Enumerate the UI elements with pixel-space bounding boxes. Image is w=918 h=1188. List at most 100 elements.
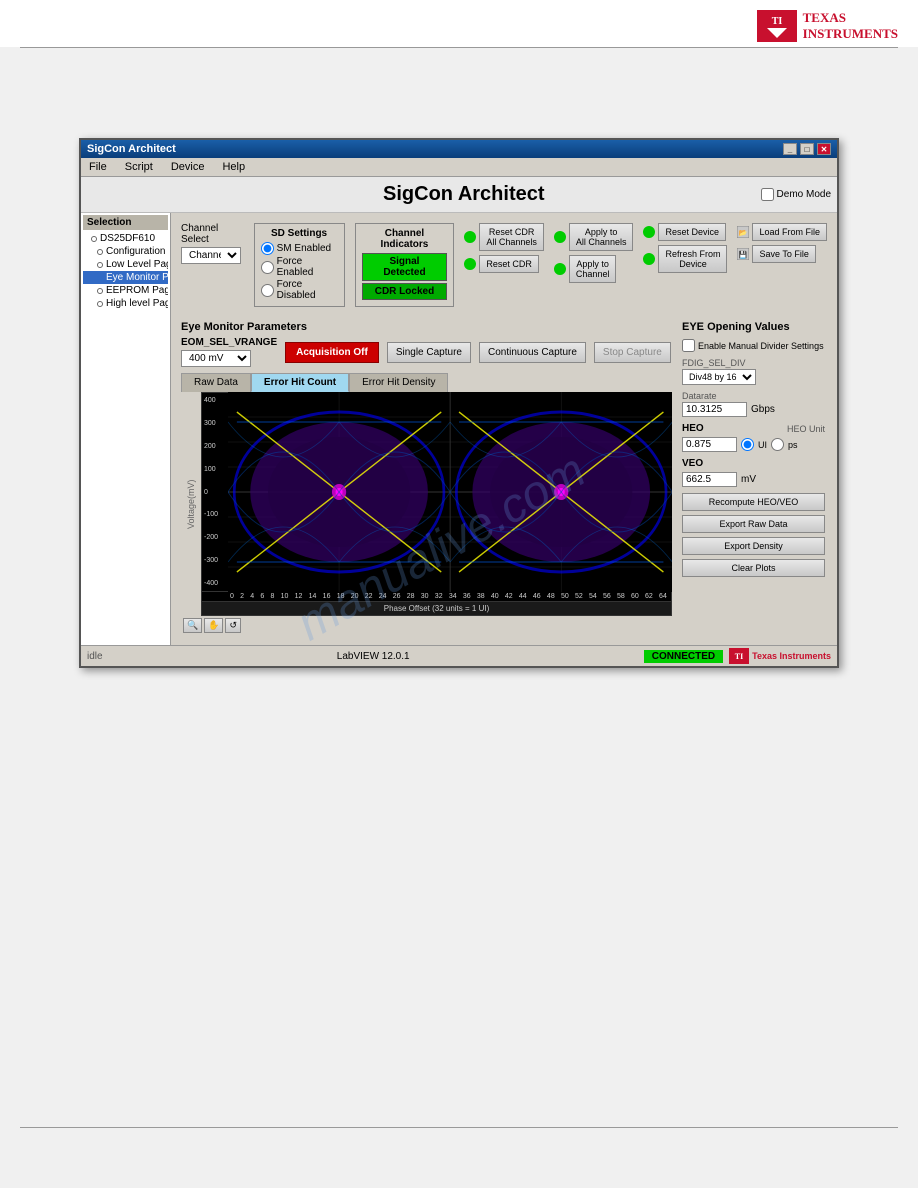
sidebar-dot-high-level — [97, 301, 103, 307]
status-connected: CONNECTED — [644, 650, 723, 663]
chart-tool-zoom[interactable]: 🔍 — [183, 618, 202, 633]
status-ti-logo: TI Texas Instruments — [729, 648, 831, 664]
eye-monitor-title: Eye Monitor Parameters — [181, 321, 672, 333]
heo-value-row: UI ps — [682, 437, 825, 452]
veo-input[interactable] — [682, 472, 737, 487]
y-label-minus200: -200 — [204, 534, 226, 541]
eom-sel-dropdown[interactable]: 400 mV 200 mV 100 mV — [181, 350, 251, 367]
heo-unit-ui-label: UI — [758, 440, 767, 450]
btn-pair-reset-device: Reset Device — [643, 223, 727, 241]
channel-select-drop: Channel 1 Channel 2 Channel 3 Channel 4 — [181, 247, 244, 264]
btn-group-far-right: 📂 Load From File 💾 Save To File — [737, 223, 827, 263]
radio-force-disabled-input[interactable] — [261, 284, 274, 297]
refresh-from-device-button[interactable]: Refresh FromDevice — [658, 245, 727, 273]
reset-cdr-all-button[interactable]: Reset CDRAll Channels — [479, 223, 544, 251]
btn-pair-reset-cdr-all: Reset CDRAll Channels — [464, 223, 544, 251]
channel-select-dropdown[interactable]: Channel 1 Channel 2 Channel 3 Channel 4 — [181, 247, 241, 264]
stop-capture-button[interactable]: Stop Capture — [594, 342, 671, 363]
enable-manual-label: Enable Manual Divider Settings — [698, 341, 824, 351]
maximize-button[interactable]: □ — [800, 143, 814, 155]
sidebar-dot-config — [97, 249, 103, 255]
ti-logo: TI Texas Instruments — [757, 10, 898, 42]
menu-device[interactable]: Device — [167, 160, 209, 174]
y-axis-labels: 400 300 200 100 0 -100 -200 -300 — [201, 392, 228, 592]
btn-pair-reset-cdr: Reset CDR — [464, 255, 544, 273]
chart-tool-reset[interactable]: ↺ — [225, 618, 241, 633]
apply-all-channels-button[interactable]: Apply toAll Channels — [569, 223, 634, 251]
tab-error-hit-count[interactable]: Error Hit Count — [251, 373, 349, 392]
heo-unit-ps-label: ps — [788, 440, 798, 450]
heo-row: HEO HEO Unit — [682, 423, 825, 434]
heo-input[interactable] — [682, 437, 737, 452]
reset-device-button[interactable]: Reset Device — [658, 223, 726, 241]
btn-group-left: Reset CDRAll Channels Reset CDR — [464, 223, 544, 273]
sidebar-item-ds25df610[interactable]: DS25DF610 — [83, 232, 168, 245]
sidebar-item-high-level[interactable]: High level Page — [83, 297, 168, 310]
radio-force-enabled-input[interactable] — [261, 261, 274, 274]
green-dot-reset-device — [643, 226, 655, 238]
clear-plots-btn[interactable]: Clear Plots — [682, 559, 825, 577]
single-capture-button[interactable]: Single Capture — [387, 342, 471, 363]
y-label-minus300: -300 — [204, 557, 226, 564]
green-dot-reset-cdr-all — [464, 231, 476, 243]
apply-to-channel-button[interactable]: Apply toChannel — [569, 255, 617, 283]
fdig-sel-dropdown[interactable]: Div48 by 16 — [682, 369, 756, 385]
save-to-file-button[interactable]: Save To File — [752, 245, 815, 263]
enable-manual-divider-checkbox[interactable] — [682, 339, 695, 352]
svg-text:💾: 💾 — [739, 250, 748, 259]
sidebar-header: Selection — [83, 215, 168, 230]
save-file-icon: 💾 — [737, 248, 749, 260]
y-label-400: 400 — [204, 397, 226, 404]
radio-sm-enabled-input[interactable] — [261, 242, 274, 255]
menu-file[interactable]: File — [85, 160, 111, 174]
sidebar-item-low-level[interactable]: Low Level Page — [83, 258, 168, 271]
menu-script[interactable]: Script — [121, 160, 157, 174]
minimize-button[interactable]: _ — [783, 143, 797, 155]
app-header: SigCon Architect Demo Mode — [81, 177, 837, 213]
datarate-group: Datarate Gbps — [682, 391, 825, 417]
reset-cdr-button[interactable]: Reset CDR — [479, 255, 539, 273]
load-from-file-button[interactable]: Load From File — [752, 223, 827, 241]
btn-pair-apply-all: Apply toAll Channels — [554, 223, 634, 251]
heo-label: HEO — [682, 423, 704, 434]
channel-indicators-title: Channel Indicators — [362, 228, 448, 250]
app-window: SigCon Architect _ □ ✕ File Script Devic… — [79, 138, 839, 668]
continuous-capture-button[interactable]: Continuous Capture — [479, 342, 586, 363]
sidebar-item-eye-monitor[interactable]: Eye Monitor Page — [83, 271, 168, 284]
page-top — [0, 48, 918, 108]
sidebar-item-eeprom[interactable]: EEPROM Page — [83, 284, 168, 297]
heo-unit-ui-radio[interactable] — [741, 438, 754, 451]
heo-unit-ps-radio[interactable] — [771, 438, 784, 451]
tab-error-hit-density[interactable]: Error Hit Density — [349, 373, 448, 392]
close-button[interactable]: ✕ — [817, 143, 831, 155]
main-content: SigCon Architect _ □ ✕ File Script Devic… — [0, 108, 918, 688]
window-titlebar: SigCon Architect _ □ ✕ — [81, 140, 837, 158]
cdr-locked-btn[interactable]: CDR Locked — [362, 283, 448, 300]
recompute-btn[interactable]: Recompute HEO/VEO — [682, 493, 825, 511]
menu-help[interactable]: Help — [218, 160, 249, 174]
eye-monitor-section: Eye Monitor Parameters EOM_SEL_VRANGE 40… — [177, 317, 676, 639]
radio-force-enabled: Force Enabled — [261, 256, 338, 278]
sidebar-dot-eye-monitor — [97, 275, 103, 281]
heo-section: HEO HEO Unit UI ps — [682, 423, 825, 452]
datarate-input[interactable] — [682, 402, 747, 417]
y-label-300: 300 — [204, 420, 226, 427]
sidebar-item-config[interactable]: Configuration — [83, 245, 168, 258]
export-raw-btn[interactable]: Export Raw Data — [682, 515, 825, 533]
radio-force-disabled: Force Disabled — [261, 279, 338, 301]
eom-sel-label: EOM_SEL_VRANGE — [181, 337, 277, 348]
eye-monitor-area: Eye Monitor Parameters EOM_SEL_VRANGE 40… — [177, 317, 676, 639]
acquisition-off-button[interactable]: Acquisition Off — [285, 342, 379, 363]
veo-unit: mV — [741, 474, 756, 485]
veo-value-row: mV — [682, 472, 825, 487]
status-middle: LabVIEW 12.0.1 — [337, 651, 410, 662]
tab-raw-data[interactable]: Raw Data — [181, 373, 251, 392]
export-density-btn[interactable]: Export Density — [682, 537, 825, 555]
green-dot-reset-cdr — [464, 258, 476, 270]
signal-detected-btn[interactable]: Signal Detected — [362, 253, 448, 281]
ti-logo-svg: TI — [757, 10, 797, 42]
demo-mode-checkbox[interactable] — [761, 188, 774, 201]
chart-tool-pan[interactable]: ✋ — [204, 618, 223, 633]
main-panel: Channel Select Channel 1 Channel 2 Chann… — [171, 213, 837, 645]
status-left: idle — [87, 651, 103, 662]
